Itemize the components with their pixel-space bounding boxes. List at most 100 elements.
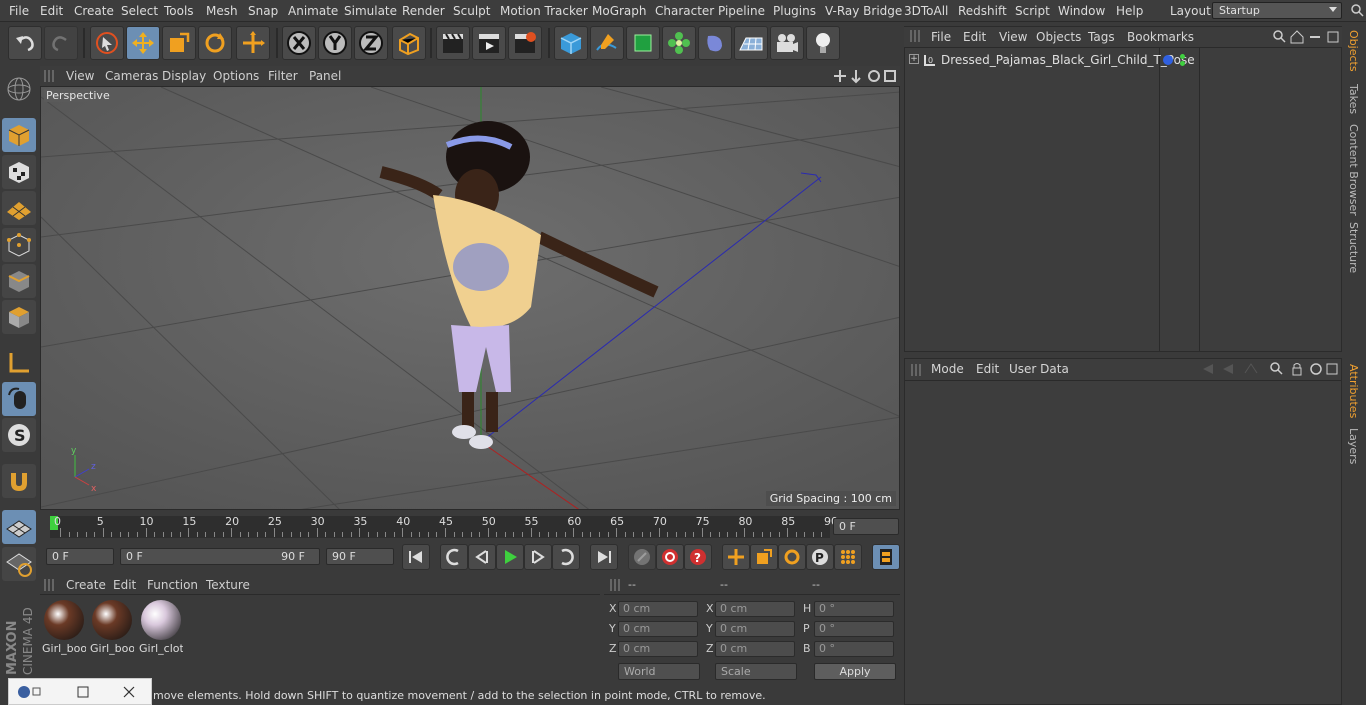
layout-dropdown[interactable]: Startup [1212,2,1342,19]
size-x-field[interactable]: 0 cm [715,601,795,617]
close-icon[interactable] [123,686,135,698]
points-mode-button[interactable] [2,228,36,262]
pos-z-field[interactable]: 0 cm [618,641,698,657]
render-settings-button[interactable] [508,26,542,60]
object-name[interactable]: Dressed_Pajamas_Black_Girl_Child_T_Pose [941,53,1195,67]
apply-button[interactable]: Apply [814,663,896,680]
record-keys-button[interactable] [628,544,656,570]
vp-menu-filter[interactable]: Filter [268,69,298,83]
goto-start-button[interactable] [402,544,430,570]
key-parameter-button[interactable]: P [806,544,834,570]
menu-animate[interactable]: Animate [288,4,338,18]
enable-axis-button[interactable] [2,346,36,380]
next-key-button[interactable] [552,544,580,570]
size-y-field[interactable]: 0 cm [715,621,795,637]
timeline-window-button[interactable] [872,544,900,570]
mat-menu-function[interactable]: Function [147,578,198,592]
visibility-render-dot[interactable] [1180,61,1185,66]
current-frame-field[interactable]: 0 F [833,518,899,535]
menu-render[interactable]: Render [402,4,445,18]
polygons-mode-button[interactable] [2,300,36,334]
maximize-icon[interactable] [77,686,89,698]
menu-tools[interactable]: Tools [164,4,194,18]
menu-sculpt[interactable]: Sculpt [453,4,490,18]
pen-spline-button[interactable] [590,26,624,60]
floor-button[interactable] [734,26,768,60]
menu-mograph[interactable]: MoGraph [592,4,647,18]
vp-menu-options[interactable]: Options [213,69,259,83]
rot-h-field[interactable]: 0 ° [814,601,894,617]
subdivision-button[interactable] [626,26,660,60]
vp-menu-view[interactable]: View [66,69,94,83]
menu-3dtoall[interactable]: 3DToAll [904,4,948,18]
rot-p-field[interactable]: 0 ° [814,621,894,637]
workplane-lock-button[interactable] [2,510,36,544]
solo-button[interactable]: S [2,418,36,452]
menu-select[interactable]: Select [121,4,158,18]
material-swatch[interactable]: Girl_boo [90,598,134,656]
model-mode-button[interactable] [2,118,36,152]
menu-file[interactable]: File [9,4,29,18]
end-frame-field[interactable]: 90 F [326,548,394,565]
coordinate-space-dropdown[interactable]: World [618,663,700,680]
vp-menu-panel[interactable]: Panel [309,69,341,83]
size-z-field[interactable]: 0 cm [715,641,795,657]
menu-redshift[interactable]: Redshift [958,4,1007,18]
rot-b-field[interactable]: 0 ° [814,641,894,657]
y-axis-lock-button[interactable] [318,26,352,60]
render-to-picture-viewer-button[interactable] [472,26,506,60]
coordinate-system-button[interactable] [392,26,426,60]
layer-dot-icon[interactable] [1163,55,1173,65]
key-rotation-button[interactable] [778,544,806,570]
light-button[interactable] [806,26,840,60]
pos-y-field[interactable]: 0 cm [618,621,698,637]
visibility-editor-dot[interactable] [1180,54,1185,59]
tab-structure[interactable]: Structure [1347,222,1360,273]
menu-vray-bridge[interactable]: V-Ray Bridge [825,4,902,18]
mat-menu-create[interactable]: Create [66,578,106,592]
previous-frame-button[interactable] [468,544,496,570]
obj-menu-view[interactable]: View [999,30,1027,44]
attr-menu-edit[interactable]: Edit [976,362,999,376]
mat-menu-texture[interactable]: Texture [206,578,250,592]
scale-tool-button[interactable] [162,26,196,60]
rotate-tool-button[interactable] [198,26,232,60]
obj-menu-bookmarks[interactable]: Bookmarks [1127,30,1194,44]
tab-objects[interactable]: Objects [1347,30,1360,72]
render-view-button[interactable] [436,26,470,60]
redo-button[interactable] [44,26,78,60]
tab-takes[interactable]: Takes [1347,84,1360,114]
menu-simulate[interactable]: Simulate [344,4,397,18]
menu-create[interactable]: Create [74,4,114,18]
move-tool-button[interactable] [126,26,160,60]
perspective-viewport[interactable]: y z x Perspective Grid Spacing : 100 cm [40,86,900,510]
tweak-mode-button[interactable] [2,382,36,416]
obj-menu-edit[interactable]: Edit [963,30,986,44]
obj-menu-file[interactable]: File [931,30,951,44]
cube-primitive-button[interactable] [554,26,588,60]
cloner-button[interactable] [662,26,696,60]
menu-help[interactable]: Help [1116,4,1143,18]
expand-icon[interactable]: + [909,54,919,64]
tab-attributes[interactable]: Attributes [1347,364,1360,418]
menu-pipeline[interactable]: Pipeline [718,4,765,18]
menu-mesh[interactable]: Mesh [206,4,238,18]
menu-edit[interactable]: Edit [40,4,63,18]
camera-button[interactable] [770,26,804,60]
play-button[interactable] [496,544,524,570]
menu-window[interactable]: Window [1058,4,1105,18]
tab-layers[interactable]: Layers [1347,428,1360,464]
key-scale-button[interactable] [750,544,778,570]
menu-motion-tracker[interactable]: Motion Tracker [500,4,588,18]
timeline-ruler[interactable]: 0 5 10 15 20 25 30 35 40 45 50 55 60 65 70 75 80 85 90 0 F [40,512,900,544]
goto-end-button[interactable] [590,544,618,570]
attr-menu-user-data[interactable]: User Data [1009,362,1069,376]
deformer-button[interactable] [698,26,732,60]
viewport-nav-icons[interactable] [834,68,898,84]
object-row[interactable]: + 0 Dressed_Pajamas_Black_Girl_Child_T_P… [906,52,1195,70]
autokey-button[interactable] [656,544,684,570]
object-nav-icons[interactable] [1272,29,1340,45]
workplane-mode-button[interactable] [2,191,36,225]
edges-mode-button[interactable] [2,264,36,298]
next-frame-button[interactable] [524,544,552,570]
